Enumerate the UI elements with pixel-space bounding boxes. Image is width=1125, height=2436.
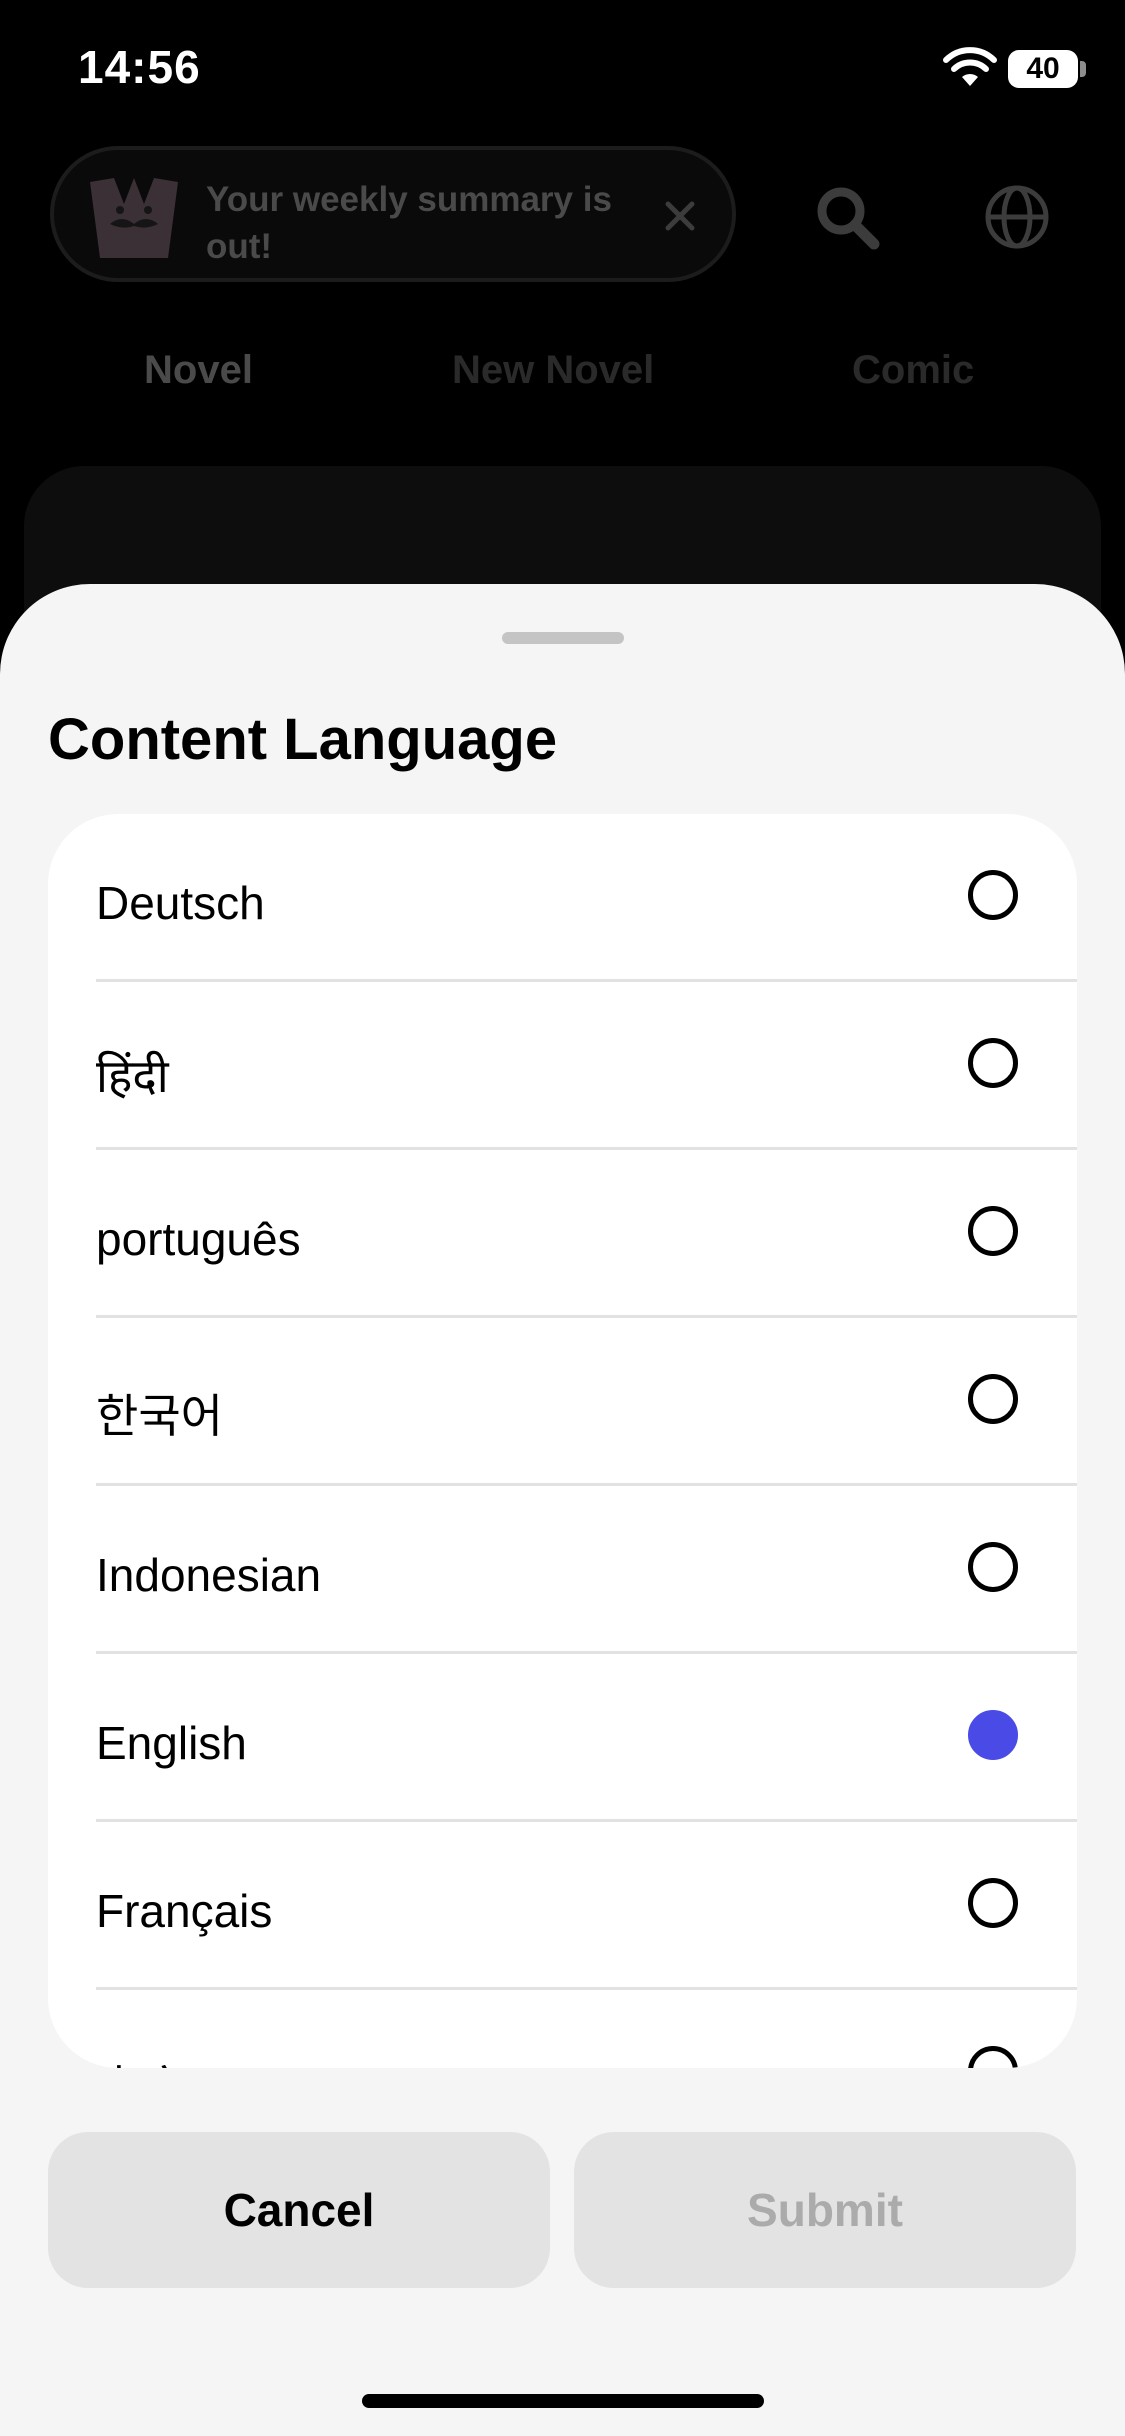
- status-time: 14:56: [78, 41, 201, 93]
- screen: 14:56 40 Your weekly summary is out! Nov…: [0, 0, 1125, 2436]
- wifi-icon: [943, 47, 997, 86]
- close-icon[interactable]: [658, 194, 702, 238]
- radio-button[interactable]: [968, 2046, 1018, 2068]
- language-label: हिंदी: [96, 1050, 169, 1102]
- language-label: Français: [96, 1885, 273, 1937]
- language-option-portugues[interactable]: português: [48, 1150, 1077, 1318]
- language-label: English: [96, 1717, 247, 1769]
- language-option-korean[interactable]: 한국어: [48, 1318, 1077, 1486]
- language-list: Deutsch हिंदी português 한국어 Indonesian E…: [48, 814, 1077, 2068]
- language-label: português: [96, 1213, 301, 1265]
- weekly-summary-text: Your weekly summary is out!: [206, 180, 612, 266]
- globe-icon[interactable]: [984, 184, 1050, 250]
- radio-button[interactable]: [968, 1878, 1018, 1928]
- radio-button[interactable]: [968, 870, 1018, 920]
- language-label: Deutsch: [96, 877, 265, 929]
- weekly-summary-banner[interactable]: Your weekly summary is out!: [50, 146, 736, 282]
- language-label: Indonesian: [96, 1549, 322, 1601]
- tab-comic[interactable]: Comic: [852, 348, 974, 393]
- sheet-title: Content Language: [48, 707, 558, 772]
- tab-novel[interactable]: Novel: [144, 348, 253, 393]
- radio-button[interactable]: [968, 1374, 1018, 1424]
- language-label: 한국어: [96, 1390, 223, 1442]
- language-label: 中文: [96, 2052, 188, 2068]
- submit-button[interactable]: Submit: [574, 2132, 1076, 2288]
- language-option-indonesian[interactable]: Indonesian: [48, 1486, 1077, 1654]
- battery-nub: [1080, 61, 1086, 77]
- tab-new-novel[interactable]: New Novel: [452, 348, 654, 393]
- search-icon[interactable]: [812, 182, 882, 252]
- language-option-chinese[interactable]: 中文: [48, 1990, 1077, 2068]
- sheet-grabber[interactable]: [502, 632, 624, 644]
- status-bar: 14:56 40: [0, 0, 1125, 130]
- language-option-deutsch[interactable]: Deutsch: [48, 814, 1077, 982]
- radio-button[interactable]: [968, 1542, 1018, 1592]
- radio-button[interactable]: [968, 1038, 1018, 1088]
- language-option-english[interactable]: English: [48, 1654, 1077, 1822]
- cancel-button[interactable]: Cancel: [48, 2132, 550, 2288]
- battery-icon: 40: [1008, 50, 1078, 88]
- home-indicator[interactable]: [362, 2394, 764, 2408]
- mascot-avatar-icon: [90, 178, 178, 258]
- radio-button-selected[interactable]: [968, 1710, 1018, 1760]
- language-option-hindi[interactable]: हिंदी: [48, 982, 1077, 1150]
- radio-button[interactable]: [968, 1206, 1018, 1256]
- content-language-sheet: Content Language Deutsch हिंदी português…: [0, 584, 1125, 2436]
- language-option-francais[interactable]: Français: [48, 1822, 1077, 1990]
